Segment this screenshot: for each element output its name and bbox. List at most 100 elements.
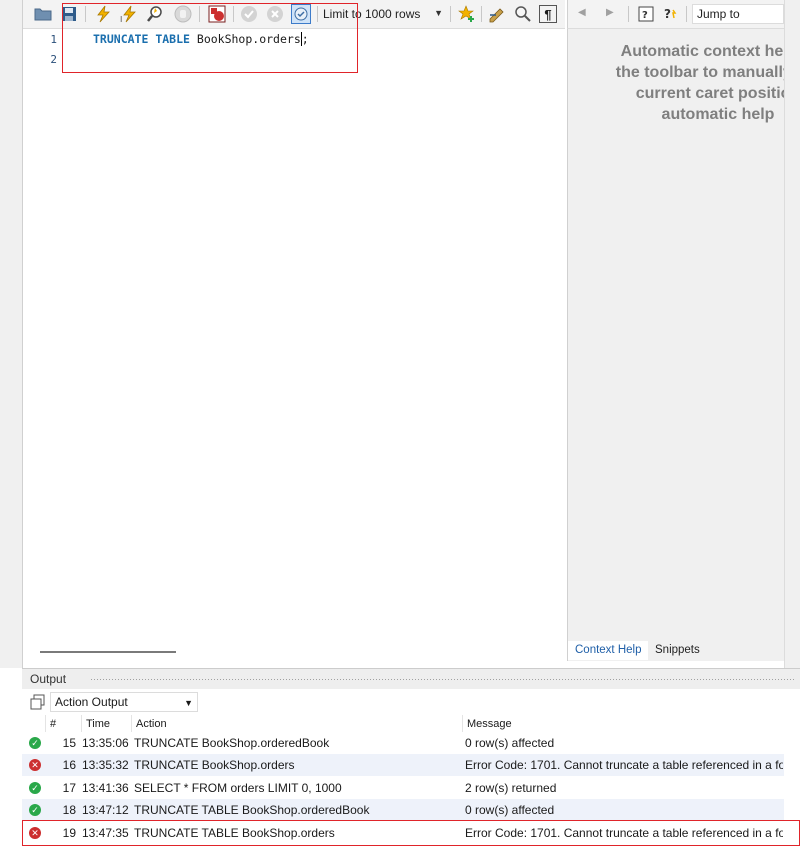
output-type-label: Action Output	[55, 695, 128, 709]
column-header[interactable]: #	[46, 715, 82, 732]
row-time: 13:47:12	[82, 803, 129, 817]
find-icon[interactable]	[513, 4, 533, 24]
row-message: Error Code: 1701. Cannot truncate a tabl…	[465, 758, 783, 772]
table-row[interactable]: ✕ 19 13:47:35 TRUNCATE TABLE BookShop.or…	[22, 822, 784, 844]
beautify-icon[interactable]	[487, 4, 507, 24]
status-cell: ✓	[26, 799, 44, 821]
row-time: 13:47:35	[82, 826, 129, 840]
chevron-down-icon: ▼	[434, 8, 443, 18]
output-title: Output	[30, 672, 67, 686]
toolbar-separator	[450, 6, 451, 22]
table-header: # Time Action Message	[22, 715, 784, 732]
output-toolbar: Action Output ▼	[22, 689, 800, 715]
table-row[interactable]: ✓ 15 13:35:06 TRUNCATE BookShop.orderedB…	[22, 732, 784, 754]
success-icon: ✓	[29, 782, 41, 794]
tab-snippets[interactable]: Snippets	[648, 641, 707, 660]
save-icon[interactable]	[59, 4, 79, 24]
row-number: 15	[62, 736, 76, 750]
stop-icon[interactable]	[173, 4, 193, 24]
autocommit-icon[interactable]	[291, 4, 311, 24]
add-snippet-icon[interactable]	[457, 4, 477, 24]
output-header: Output	[22, 668, 800, 689]
right-edge-scrollbar[interactable]	[784, 0, 800, 668]
table-row[interactable]: ✓ 18 13:47:12 TRUNCATE TABLE BookShop.or…	[22, 799, 784, 821]
sql-terminator: ;	[301, 32, 309, 46]
row-action: TRUNCATE TABLE BookShop.orderedBook	[134, 803, 370, 817]
toolbar-separator	[233, 6, 234, 22]
line-number-gutter: 1 2	[23, 29, 65, 645]
output-type-select[interactable]: Action Output ▼	[50, 692, 198, 712]
toolbar-separator	[317, 6, 318, 22]
toolbar-separator	[85, 6, 86, 22]
auto-help-icon[interactable]: ?	[662, 4, 682, 24]
row-action: SELECT * FROM orders LIMIT 0, 1000	[134, 781, 342, 795]
sql-identifier: BookShop.orders	[196, 32, 301, 46]
row-message: Error Code: 1701. Cannot truncate a tabl…	[465, 826, 783, 840]
explain-icon[interactable]	[145, 4, 165, 24]
line-number: 1	[50, 33, 57, 46]
status-column-header	[22, 715, 46, 732]
editor-toolbar: I Limit to 1000 rows ▼ ¶	[23, 0, 565, 29]
panel-tabs: Context Help Snippets	[567, 641, 785, 661]
copy-icon[interactable]	[28, 692, 48, 712]
context-help-panel: Automatic context help is the toolbar to…	[567, 29, 785, 641]
row-number: 17	[62, 781, 76, 795]
toolbar-separator	[628, 6, 629, 22]
row-message: 0 row(s) affected	[465, 803, 555, 817]
back-icon[interactable]: ◀	[578, 7, 586, 18]
row-action: TRUNCATE BookShop.orderedBook	[134, 736, 330, 750]
row-time: 13:35:06	[82, 736, 129, 750]
toggle-error-continue-icon[interactable]	[207, 4, 227, 24]
row-message: 2 row(s) returned	[465, 781, 557, 795]
sql-keyword: TRUNCATE	[93, 32, 149, 46]
svg-text:?: ?	[642, 10, 648, 21]
commit-icon[interactable]	[239, 4, 259, 24]
row-time: 13:41:36	[82, 781, 129, 795]
row-action: TRUNCATE BookShop.orders	[134, 758, 295, 772]
help-line: the toolbar to manually get	[615, 64, 785, 81]
status-cell: ✕	[26, 822, 44, 844]
context-help-toolbar: ◀ ▶ ? ? Jump to	[567, 0, 785, 29]
column-header[interactable]: Action	[132, 715, 463, 732]
forward-icon[interactable]: ▶	[606, 7, 614, 18]
rollback-icon[interactable]	[265, 4, 285, 24]
drag-handle[interactable]	[90, 678, 796, 681]
help-line: current caret position	[635, 85, 785, 102]
table-row[interactable]: ✓ 17 13:41:36 SELECT * FROM orders LIMIT…	[22, 777, 784, 799]
column-header[interactable]: Message	[463, 715, 784, 732]
chevron-down-icon: ▼	[184, 698, 193, 708]
invisible-chars-icon[interactable]: ¶	[539, 5, 557, 23]
row-number: 19	[62, 826, 76, 840]
column-header[interactable]: Time	[82, 715, 132, 732]
row-message: 0 row(s) affected	[465, 736, 555, 750]
svg-text:?: ?	[664, 7, 671, 21]
sql-keyword: TABLE	[155, 32, 190, 46]
limit-rows-select[interactable]: Limit to 1000 rows ▼	[323, 4, 445, 24]
row-time: 13:35:32	[82, 758, 129, 772]
row-number: 18	[62, 803, 76, 817]
manual-help-icon[interactable]: ?	[636, 4, 656, 24]
execute-current-icon[interactable]: I	[119, 4, 139, 24]
status-cell: ✓	[26, 732, 44, 754]
help-line: automatic help	[661, 106, 775, 123]
execute-icon[interactable]	[93, 4, 113, 24]
error-icon: ✕	[29, 827, 41, 839]
help-line: Automatic context help is	[620, 43, 785, 60]
open-folder-icon[interactable]	[33, 4, 53, 24]
sql-editor[interactable]	[23, 29, 565, 645]
horizontal-scrollbar[interactable]	[23, 645, 565, 665]
status-cell: ✕	[26, 754, 44, 776]
scrollbar-thumb[interactable]	[40, 651, 176, 653]
toolbar-separator	[481, 6, 482, 22]
code-line[interactable]: TRUNCATE TABLE BookShop.orders;	[93, 32, 309, 46]
limit-rows-label: Limit to 1000 rows	[323, 7, 421, 21]
row-action: TRUNCATE TABLE BookShop.orders	[134, 826, 335, 840]
tab-context-help[interactable]: Context Help	[568, 641, 649, 660]
svg-text:I: I	[120, 15, 122, 23]
jump-to-input[interactable]: Jump to	[692, 4, 784, 24]
table-row[interactable]: ✕ 16 13:35:32 TRUNCATE BookShop.orders E…	[22, 754, 784, 776]
row-number: 16	[62, 758, 76, 772]
toolbar-separator	[686, 6, 687, 22]
status-cell: ✓	[26, 777, 44, 799]
context-help-message: Automatic context help is the toolbar to…	[568, 41, 785, 125]
